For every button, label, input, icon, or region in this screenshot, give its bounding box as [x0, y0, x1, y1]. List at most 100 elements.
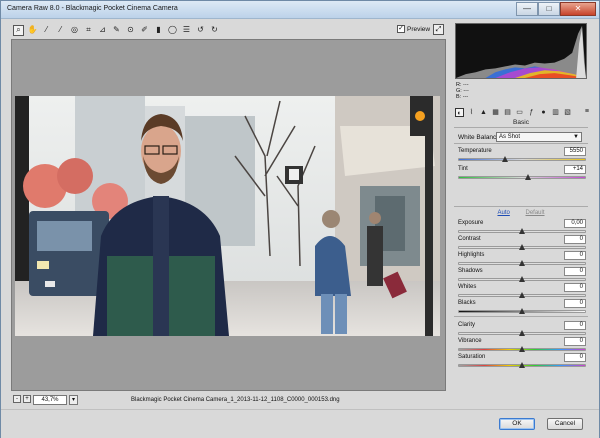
slider-label: Exposure [458, 220, 484, 226]
tool-bar: ⌕ ✋ ⁄ ⁄ ◎ ⌗ ⊿ ✎ ⊙ ✐ ▮ ◯ ☰ ↺ ↻ [13, 23, 431, 37]
slider-thumb[interactable] [519, 330, 525, 336]
chevron-down-icon: ▼ [573, 134, 579, 140]
slider-value-field[interactable]: 0 [564, 337, 586, 346]
auto-link[interactable]: Auto [497, 210, 509, 216]
slider-thumb[interactable] [502, 156, 509, 162]
slider-saturation: Saturation 0 [458, 353, 586, 370]
white-balance-value: As Shot [499, 134, 521, 140]
slider-thumb[interactable] [519, 292, 525, 298]
slider-label: Blacks [458, 300, 476, 306]
fullscreen-icon[interactable]: ⤢ [433, 24, 444, 35]
slider-label: Shadows [458, 268, 483, 274]
zoom-in-button[interactable]: + [23, 395, 31, 403]
slider-value-field[interactable]: +14 [564, 165, 586, 174]
divider [454, 143, 588, 144]
cancel-button[interactable]: Cancel [547, 418, 583, 430]
basic-tab-icon[interactable]: ◐ [455, 107, 464, 117]
adjustment-brush-icon[interactable]: ✐ [139, 25, 150, 36]
presets-tab-icon[interactable]: ▥ [551, 108, 560, 117]
white-balance-select[interactable]: As Shot ▼ [496, 132, 582, 142]
slider-value-field[interactable]: 0 [564, 251, 586, 260]
slider-whites: Whites 0 [458, 283, 586, 300]
slider-contrast: Contrast 0 [458, 235, 586, 252]
slider-value-field[interactable]: 0 [564, 283, 586, 292]
targeted-adjustment-tool-icon[interactable]: ◎ [69, 25, 80, 36]
close-button[interactable]: ✕ [560, 2, 596, 16]
tone-curve-tab-icon[interactable]: ⌇ [467, 108, 476, 117]
slider-thumb[interactable] [519, 228, 525, 234]
zoom-out-button[interactable]: - [13, 395, 21, 403]
slider-value-field[interactable]: 0 [564, 353, 586, 362]
slider-temperature: Temperature 5550 [458, 147, 586, 164]
slider-label: Highlights [458, 252, 485, 258]
radial-filter-icon[interactable]: ◯ [167, 25, 178, 36]
slider-track[interactable] [458, 158, 586, 161]
histogram [455, 23, 587, 79]
panel-tabs: ◐ ⌇ ▲ ▦ ▤ ▭ ƒ ● ▥ ▧ [454, 106, 588, 118]
lens-corrections-tab-icon[interactable]: ▭ [515, 108, 524, 117]
graduated-filter-icon[interactable]: ▮ [153, 25, 164, 36]
slider-value-field[interactable]: 5550 [564, 147, 586, 156]
slider-highlights: Highlights 0 [458, 251, 586, 268]
preview-toggle[interactable]: ✓ Preview [397, 25, 430, 33]
slider-value-field[interactable]: 0 [564, 299, 586, 308]
window-title: Camera Raw 8.0 - Blackmagic Pocket Cinem… [7, 5, 178, 12]
zoom-dropdown-icon[interactable]: ▾ [69, 395, 78, 405]
slider-label: Tint [458, 166, 468, 172]
slider-label: Temperature [458, 148, 492, 154]
slider-clarity: Clarity 0 [458, 321, 586, 338]
slider-shadows: Shadows 0 [458, 267, 586, 284]
detail-tab-icon[interactable]: ▲ [479, 108, 488, 117]
photo-preview [15, 96, 440, 336]
white-balance-tool-icon[interactable]: ⁄ [41, 25, 52, 36]
camera-calibration-tab-icon[interactable]: ● [539, 108, 548, 117]
color-sampler-tool-icon[interactable]: ⁄ [55, 25, 66, 36]
slider-value-field[interactable]: 0 [564, 267, 586, 276]
slider-label: Whites [458, 284, 477, 290]
image-canvas[interactable] [11, 39, 446, 391]
slider-track[interactable] [458, 176, 586, 179]
preferences-icon[interactable]: ☰ [181, 25, 192, 36]
slider-label: Contrast [458, 236, 481, 242]
hand-tool-icon[interactable]: ✋ [27, 25, 38, 36]
effects-tab-icon[interactable]: ƒ [527, 108, 536, 117]
window-controls: — □ ✕ [516, 2, 596, 16]
slider-thumb[interactable] [519, 346, 525, 352]
slider-value-field[interactable]: 0,00 [564, 219, 586, 228]
slider-label: Saturation [458, 354, 486, 360]
adjustments-panel: R: --- G: --- B: --- ◐ ⌇ ▲ ▦ ▤ ▭ ƒ ● ▥ ▧… [450, 23, 592, 407]
preview-checkbox[interactable]: ✓ [397, 25, 405, 33]
panel-menu-icon[interactable]: ≡ [585, 108, 589, 115]
straighten-tool-icon[interactable]: ⊿ [97, 25, 108, 36]
ok-button[interactable]: OK [499, 418, 535, 430]
maximize-button[interactable]: □ [538, 2, 560, 16]
snapshots-tab-icon[interactable]: ▧ [563, 108, 572, 117]
slider-value-field[interactable]: 0 [564, 321, 586, 330]
slider-thumb[interactable] [519, 260, 525, 266]
panel-title: Basic [513, 119, 529, 126]
rotate-ccw-icon[interactable]: ↺ [195, 25, 206, 36]
red-eye-removal-tool-icon[interactable]: ⊙ [125, 25, 136, 36]
minimize-button[interactable]: — [516, 2, 538, 16]
slider-thumb[interactable] [519, 362, 525, 368]
slider-thumb[interactable] [519, 244, 525, 250]
split-toning-tab-icon[interactable]: ▤ [503, 108, 512, 117]
slider-thumb[interactable] [519, 276, 525, 282]
zoom-tool-icon[interactable]: ⌕ [13, 24, 24, 36]
slider-value-field[interactable]: 0 [564, 235, 586, 244]
divider [454, 316, 588, 317]
slider-thumb[interactable] [525, 174, 532, 180]
dialog-button-bar: OK Cancel [1, 409, 599, 438]
zoom-level-field[interactable]: 43,7% [33, 395, 67, 405]
slider-thumb[interactable] [519, 308, 525, 314]
slider-exposure: Exposure 0,00 [458, 219, 586, 236]
spot-removal-tool-icon[interactable]: ✎ [111, 25, 122, 36]
preview-label: Preview [407, 25, 431, 33]
rotate-cw-icon[interactable]: ↻ [209, 25, 220, 36]
slider-blacks: Blacks 0 [458, 299, 586, 316]
crop-tool-icon[interactable]: ⌗ [83, 25, 94, 36]
hsl-tab-icon[interactable]: ▦ [491, 108, 500, 117]
default-link[interactable]: Default [526, 210, 545, 216]
slider-label: Clarity [458, 322, 476, 328]
slider-tint: Tint +14 [458, 165, 586, 182]
